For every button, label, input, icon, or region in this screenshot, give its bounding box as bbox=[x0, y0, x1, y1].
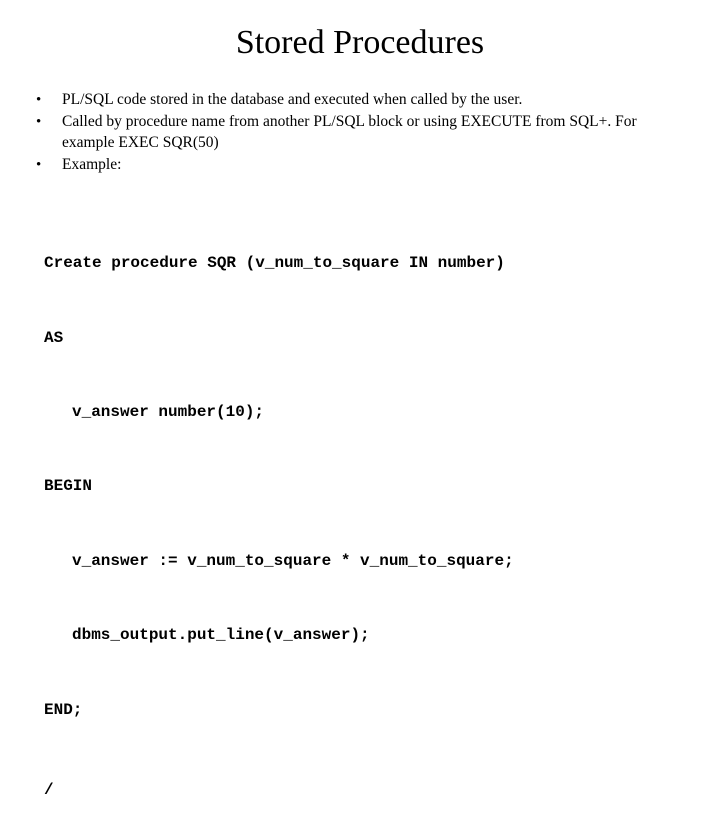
code-line: / bbox=[44, 778, 690, 803]
code-line: AS bbox=[44, 326, 690, 351]
bullet-item: PL/SQL code stored in the database and e… bbox=[30, 90, 690, 111]
code-line: Create procedure SQR (v_num_to_square IN… bbox=[44, 251, 690, 276]
code-line: v_answer number(10); bbox=[44, 400, 690, 425]
code-line: END; bbox=[44, 698, 690, 723]
slide-title: Stored Procedures bbox=[30, 24, 690, 62]
bullet-item: Called by procedure name from another PL… bbox=[30, 112, 690, 154]
code-line: v_answer := v_num_to_square * v_num_to_s… bbox=[44, 549, 690, 574]
code-line: dbms_output.put_line(v_answer); bbox=[44, 623, 690, 648]
code-line: BEGIN bbox=[44, 474, 690, 499]
bullet-list: PL/SQL code stored in the database and e… bbox=[30, 90, 690, 176]
bullet-item: Example: bbox=[30, 155, 690, 176]
code-block: Create procedure SQR (v_num_to_square IN… bbox=[44, 202, 690, 828]
